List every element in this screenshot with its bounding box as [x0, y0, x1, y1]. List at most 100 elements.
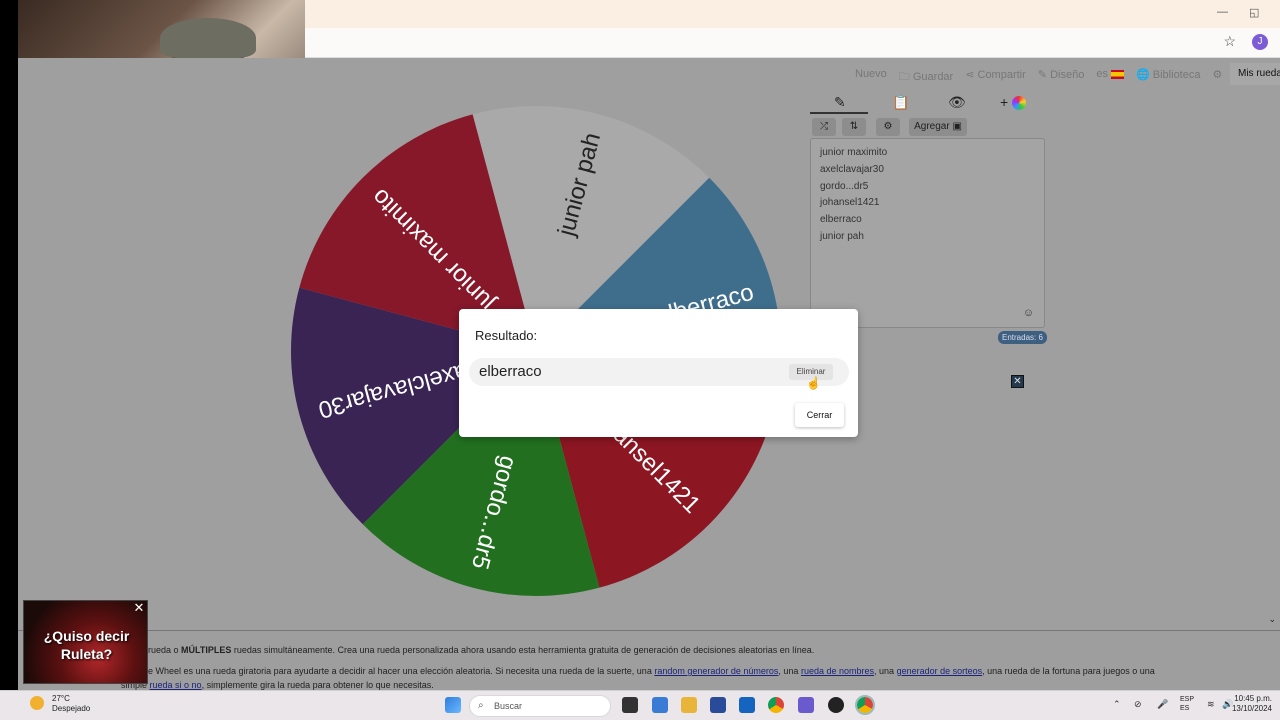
entry-line: junior maximito: [820, 147, 888, 158]
image-icon: ▣: [952, 121, 962, 132]
text-segment: , una rueda de la fortuna para juegos o …: [982, 666, 1155, 676]
chrome-active-icon[interactable]: [855, 695, 875, 715]
text-segment: , simplemente gira la rueda para obtener…: [201, 680, 434, 690]
result-dialog: Resultado: elberraco Eliminar Cerrar: [459, 309, 858, 437]
emoji-icon[interactable]: ☺: [1023, 307, 1034, 319]
entry-line: johansel1421: [820, 197, 880, 209]
advanced-button[interactable]: ⚙: [876, 118, 900, 136]
gear-icon: ⚙: [883, 121, 893, 132]
my-wheels-button[interactable]: Mis ruedas: [1230, 63, 1280, 85]
add-image-button[interactable]: Agregar ▣: [909, 118, 967, 136]
text-segment: rueda o: [148, 645, 179, 655]
menu-design[interactable]: ✎ Diseño: [1038, 68, 1085, 87]
store-icon[interactable]: [710, 697, 726, 713]
windows-start-icon[interactable]: [445, 697, 461, 713]
close-x-icon[interactable]: ✕: [1011, 375, 1024, 388]
add-color-icon[interactable]: +: [1000, 94, 1027, 111]
webcam-person-cap: [160, 18, 256, 58]
browser-titlebar: — ◱: [305, 0, 1280, 28]
temperature: 27°C: [52, 694, 70, 703]
taskbar-search[interactable]: ⌕ Buscar: [469, 695, 611, 717]
entry-line: elberraco: [820, 214, 862, 226]
menu-design-label: Diseño: [1050, 69, 1085, 81]
link-yes-no-wheel[interactable]: rueda si o no: [150, 680, 202, 690]
menu-new[interactable]: Nuevo: [855, 68, 887, 87]
language-code: ESP: [1180, 696, 1195, 703]
result-box: elberraco Eliminar: [469, 358, 849, 386]
sort-icon: ⇅: [849, 121, 859, 132]
minimize-button[interactable]: —: [1217, 6, 1228, 18]
weather-condition: Despejado: [52, 704, 91, 713]
clock[interactable]: 10:45 p.m. 13/10/2024: [1232, 694, 1272, 714]
result-title: Resultado:: [475, 328, 538, 343]
weather-widget[interactable]: 27°C Despejado: [30, 694, 91, 714]
settings-icon[interactable]: ⚙: [1212, 68, 1222, 87]
clock-date: 13/10/2024: [1231, 704, 1272, 713]
menu-share[interactable]: ⋖ Compartir: [965, 68, 1026, 87]
description-line-3: simple rueda si o no, simplemente gira l…: [121, 680, 434, 690]
menu-save[interactable]: 🗀 Guardar: [899, 68, 953, 87]
menu-save-label: Guardar: [912, 71, 954, 83]
hand-cursor-icon: ☝: [806, 376, 821, 390]
file-explorer-icon[interactable]: [681, 697, 697, 713]
tray-chevron-icon[interactable]: ⌃: [1113, 699, 1121, 710]
restore-button[interactable]: ◱: [1249, 6, 1259, 19]
entry-line: gordo...dr5: [820, 180, 869, 192]
link-raffle-generator[interactable]: generador de sorteos: [897, 666, 983, 676]
folder-icon: 🗀: [898, 71, 913, 83]
hide-eye-icon[interactable]: 👁: [948, 94, 966, 111]
obs-icon[interactable]: [828, 697, 844, 713]
keyboard-code: ES: [1180, 705, 1190, 712]
text-segment: , una: [778, 666, 799, 676]
language-indicator[interactable]: ESP ES: [1180, 695, 1194, 713]
bookmark-star-icon[interactable]: ☆: [1223, 33, 1236, 50]
microphone-icon[interactable]: 🎤: [1157, 699, 1168, 710]
copilot-icon[interactable]: [798, 697, 814, 713]
result-value: elberraco: [479, 363, 542, 380]
clipboard-icon[interactable]: 📋: [892, 94, 909, 111]
text-segment: ruedas simultáneamente. Crea una rueda p…: [233, 645, 815, 655]
edit-pencil-icon[interactable]: ✎: [834, 94, 846, 111]
moon-icon: [30, 696, 44, 710]
text-segment: , una: [874, 666, 895, 676]
scroll-down-icon[interactable]: ⌄: [1268, 614, 1276, 625]
description-line-1: rueda o MÚLTIPLES ruedas simultáneamente…: [148, 645, 814, 655]
description-text: rueda o MÚLTIPLES ruedas simultáneamente…: [18, 630, 1280, 690]
pencil-icon: ✎: [1037, 69, 1051, 81]
sort-button[interactable]: ⇅: [842, 118, 866, 136]
active-tab-underline: [810, 112, 868, 114]
share-icon: ⋖: [965, 69, 978, 81]
menu-library-label: Biblioteca: [1152, 69, 1201, 81]
globe-icon: 🌐: [1136, 69, 1153, 81]
top-menu: Nuevo 🗀 Guardar ⋖ Compartir ✎ Diseño es …: [855, 68, 1222, 87]
profile-avatar[interactable]: J: [1252, 34, 1268, 50]
ad-text: ¿Quiso decir Ruleta?: [43, 628, 130, 662]
menu-language[interactable]: es: [1096, 68, 1125, 87]
entries-textarea[interactable]: junior maximito axelclavajar30 gordo...d…: [810, 138, 1045, 328]
task-view-icon[interactable]: [622, 697, 638, 713]
outlook-icon[interactable]: [739, 697, 755, 713]
entry-line: junior pah: [820, 230, 864, 242]
chrome-icon[interactable]: [768, 697, 784, 713]
wifi-icon[interactable]: ≋: [1207, 699, 1215, 710]
text-segment: e Wheel es una rueda giratoria para ayud…: [148, 666, 652, 676]
close-button[interactable]: Cerrar: [795, 403, 844, 427]
link-random-numbers[interactable]: random generador de números: [654, 666, 778, 676]
tray-app-icon[interactable]: ⊘: [1134, 699, 1142, 710]
widgets-icon[interactable]: [652, 697, 668, 713]
ad-close-icon[interactable]: ✕: [133, 601, 145, 614]
left-black-strip: [0, 216, 18, 690]
clock-time: 10:45 p.m.: [1234, 694, 1272, 703]
search-placeholder: Buscar: [494, 701, 523, 711]
entry-line: axelclavajar30: [820, 163, 884, 175]
link-name-wheel[interactable]: rueda de nombres: [801, 666, 874, 676]
spain-flag-icon: [1111, 69, 1125, 79]
ad-banner[interactable]: ✕ ¿Quiso decir Ruleta?: [23, 600, 148, 684]
description-line-2: e Wheel es una rueda giratoria para ayud…: [148, 666, 1155, 676]
entries-count-badge: Entradas: 6: [998, 331, 1047, 344]
address-bar[interactable]: ☆ J: [305, 28, 1280, 58]
add-image-label: Agregar: [914, 121, 950, 132]
menu-library[interactable]: 🌐 Biblioteca: [1136, 68, 1200, 87]
search-icon: ⌕: [478, 700, 484, 711]
shuffle-button[interactable]: ⤮: [812, 118, 836, 136]
